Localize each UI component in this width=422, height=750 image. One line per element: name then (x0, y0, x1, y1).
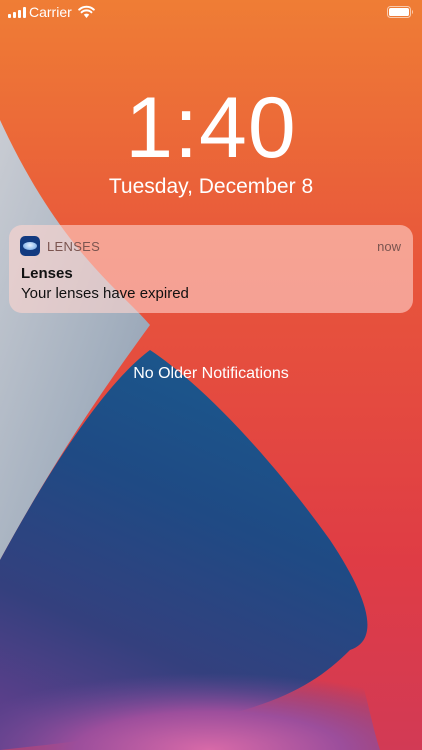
carrier-label: Carrier (29, 4, 72, 20)
contact-lens-icon (20, 236, 40, 256)
battery-icon (387, 6, 413, 18)
notification-title: Lenses (21, 265, 73, 282)
no-older-notifications-label: No Older Notifications (133, 365, 289, 382)
wifi-icon (78, 5, 95, 18)
notification-card[interactable]: LENSES now Lenses Your lenses have expir… (9, 225, 413, 313)
lock-screen-time: 1:40 (125, 80, 297, 176)
status-bar: Carrier (0, 0, 422, 24)
lock-screen-date: Tuesday, December 8 (108, 175, 314, 198)
notification-timestamp: now (377, 239, 401, 254)
notification-app-name: LENSES (47, 239, 101, 254)
notification-body: Your lenses have expired (21, 285, 189, 302)
signal-strength-icon (8, 7, 28, 18)
